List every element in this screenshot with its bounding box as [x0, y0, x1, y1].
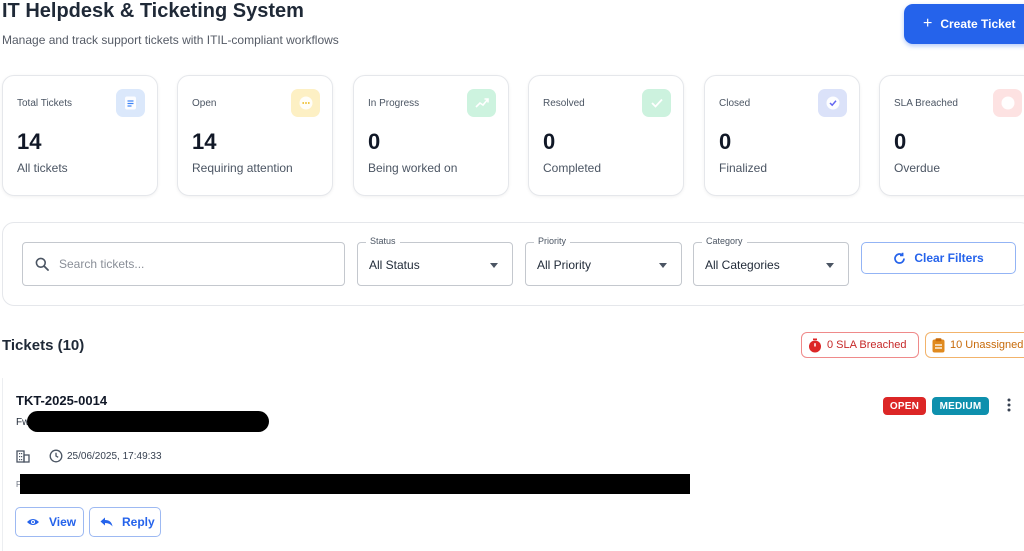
status-select[interactable]: Status All Status — [357, 236, 513, 286]
redacted-description — [20, 474, 690, 494]
view-button-label: View — [49, 515, 77, 529]
search-icon — [35, 257, 49, 271]
search-input[interactable] — [59, 257, 319, 271]
timer-icon — [809, 338, 821, 352]
stat-card-resolved: Resolved 0 Completed — [528, 75, 684, 196]
reply-button-label: Reply — [122, 515, 155, 529]
clear-filters-label: Clear Filters — [914, 251, 984, 265]
stat-label: Total Tickets — [17, 98, 73, 109]
sla-breached-chip-label: 0 SLA Breached — [827, 339, 907, 351]
priority-select-value: All Priority — [537, 258, 592, 272]
alert-icon — [993, 89, 1022, 117]
page-subtitle: Manage and track support tickets with IT… — [2, 33, 339, 47]
eye-icon — [27, 519, 39, 525]
clock-icon — [49, 449, 63, 463]
stat-card-total: Total Tickets 14 All tickets — [2, 75, 158, 196]
check-icon — [642, 89, 671, 117]
dots-icon — [291, 89, 320, 117]
ticket-datetime: 25/06/2025, 17:49:33 — [67, 451, 162, 462]
stat-value: 0 — [719, 129, 732, 154]
trend-icon — [467, 89, 496, 117]
category-select-label: Category — [702, 236, 747, 246]
stat-value: 14 — [192, 129, 217, 154]
stat-label: Resolved — [543, 98, 585, 109]
stat-desc: Being worked on — [368, 161, 458, 175]
stat-desc: All tickets — [17, 161, 68, 175]
stat-desc: Requiring attention — [192, 161, 293, 175]
stat-desc: Overdue — [894, 161, 941, 175]
create-ticket-button[interactable]: + Create Ticket — [904, 4, 1024, 44]
stat-card-closed: Closed 0 Finalized — [704, 75, 860, 196]
stat-card-sla-breached: SLA Breached 0 Overdue — [879, 75, 1024, 196]
ticket-id[interactable]: TKT-2025-0014 — [16, 393, 107, 408]
search-box[interactable] — [22, 242, 345, 286]
status-badge: OPEN — [883, 397, 926, 415]
clipboard-icon — [932, 337, 945, 352]
stat-value: 0 — [894, 129, 907, 154]
page-title: IT Helpdesk & Ticketing System — [2, 0, 304, 22]
priority-select-label: Priority — [534, 236, 571, 246]
stat-value: 0 — [543, 129, 556, 154]
stat-card-in-progress: In Progress 0 Being worked on — [353, 75, 509, 196]
stat-value: 0 — [368, 129, 381, 154]
stat-label: SLA Breached — [894, 98, 958, 109]
more-vert-icon[interactable] — [1004, 397, 1014, 413]
create-ticket-label: Create Ticket — [940, 17, 1016, 31]
unassigned-chip[interactable]: 10 Unassigned — [925, 332, 1024, 358]
category-select[interactable]: Category All Categories — [693, 236, 849, 286]
sla-breached-chip[interactable]: 0 SLA Breached — [801, 332, 919, 358]
priority-select[interactable]: Priority All Priority — [525, 236, 682, 286]
stat-value: 14 — [17, 129, 42, 154]
priority-badge: MEDIUM — [932, 397, 989, 415]
stat-card-open: Open 14 Requiring attention — [177, 75, 333, 196]
document-icon — [116, 89, 145, 117]
tickets-heading: Tickets (10) — [2, 337, 85, 354]
status-select-value: All Status — [369, 258, 420, 272]
status-select-label: Status — [366, 236, 400, 246]
chevron-down-icon — [659, 263, 667, 268]
building-icon — [16, 450, 30, 463]
clear-filters-button[interactable]: Clear Filters — [861, 242, 1016, 274]
view-button[interactable]: View — [15, 507, 84, 537]
unassigned-chip-label: 10 Unassigned — [950, 339, 1024, 351]
plus-icon: + — [923, 15, 933, 32]
verified-icon — [818, 89, 847, 117]
stat-label: Closed — [719, 98, 751, 109]
stat-desc: Completed — [543, 161, 602, 175]
reply-icon — [100, 517, 113, 527]
stat-label: Open — [192, 98, 217, 109]
category-select-value: All Categories — [705, 258, 780, 272]
stat-desc: Finalized — [719, 161, 768, 175]
chevron-down-icon — [490, 263, 498, 268]
reply-button[interactable]: Reply — [89, 507, 161, 537]
redacted-subject — [27, 411, 269, 432]
chevron-down-icon — [826, 263, 834, 268]
refresh-icon — [894, 252, 906, 264]
stat-label: In Progress — [368, 98, 420, 109]
